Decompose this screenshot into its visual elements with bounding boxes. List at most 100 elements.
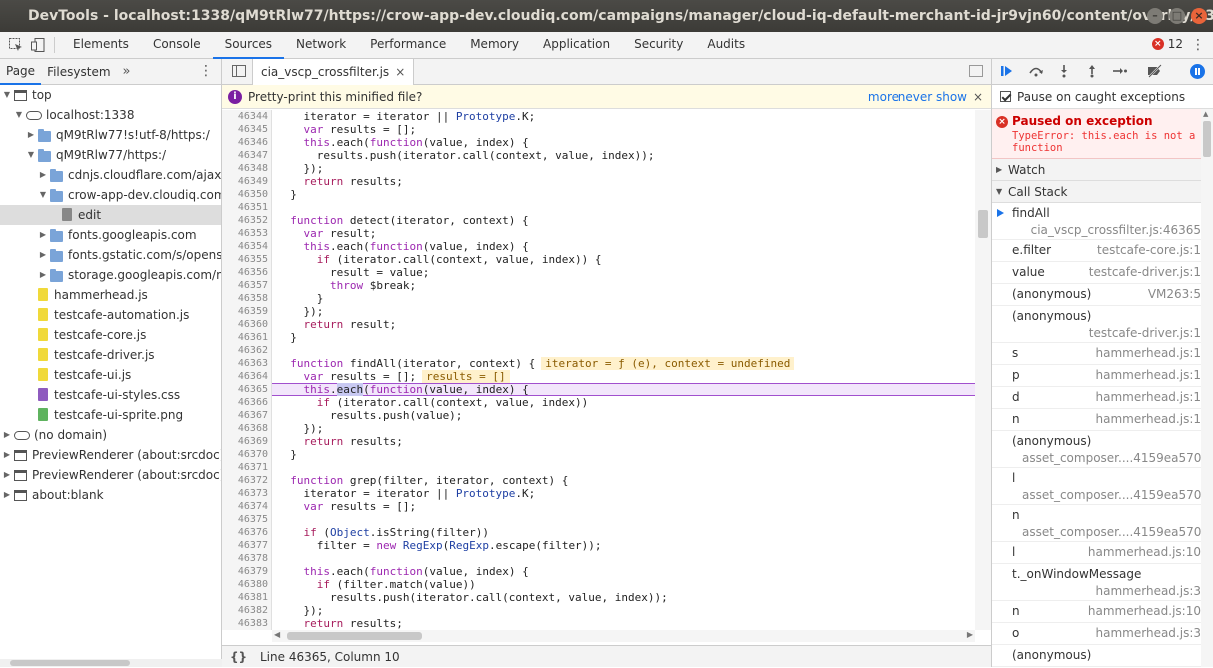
collapsed-arrow-icon[interactable]: ▶	[2, 425, 12, 445]
collapsed-arrow-icon[interactable]: ▶	[38, 245, 48, 265]
tree-item[interactable]: ▼ qM9tRlw77/https:/	[0, 145, 221, 165]
toggle-navigator-icon[interactable]	[232, 65, 246, 77]
line-number[interactable]: 46367	[222, 409, 268, 422]
line-number[interactable]: 46372	[222, 474, 268, 487]
tree-item[interactable]: ▼ crow-app-dev.cloudiq.com/campaigns	[0, 185, 221, 205]
line-number[interactable]: 46366	[222, 396, 268, 409]
never-show-link[interactable]: never show	[898, 85, 967, 109]
close-tab-icon[interactable]: ×	[395, 65, 405, 79]
call-frame[interactable]: l asset_composer....4159ea570e9c7a...	[992, 468, 1213, 505]
close-infobar-icon[interactable]: ×	[973, 85, 983, 109]
line-number[interactable]: 46380	[222, 578, 268, 591]
resume-icon[interactable]	[1000, 64, 1016, 80]
line-number[interactable]: 46383	[222, 617, 268, 630]
line-number[interactable]: 46352	[222, 214, 268, 227]
editor-horizontal-scrollbar[interactable]: ◀ ▶	[272, 630, 975, 642]
collapsed-arrow-icon[interactable]: ▶	[38, 225, 48, 245]
line-number[interactable]: 46357	[222, 279, 268, 292]
call-frame[interactable]: l hammerhead.js:10	[992, 542, 1213, 564]
collapsed-arrow-icon[interactable]: ▶	[2, 445, 12, 465]
line-number[interactable]: 46376	[222, 526, 268, 539]
expanded-arrow-icon[interactable]: ▼	[38, 185, 48, 205]
call-frame[interactable]: n hammerhead.js:1	[992, 409, 1213, 431]
line-number[interactable]: 46344	[222, 110, 268, 123]
tab-memory[interactable]: Memory	[458, 32, 531, 59]
inspect-element-icon[interactable]	[6, 35, 26, 55]
line-number[interactable]: 46375	[222, 513, 268, 526]
line-gutter[interactable]: 46344 46345 46346 46347 46348 46349 46350 46351…	[222, 110, 272, 630]
more-options-icon[interactable]: ⋮	[1191, 37, 1205, 53]
line-number[interactable]: 46346	[222, 136, 268, 149]
line-number[interactable]: 46360	[222, 318, 268, 331]
code-area[interactable]: 46344 46345 46346 46347 46348 46349 46350 46351…	[222, 110, 991, 630]
tree-item[interactable]: ▼ localhost:1338	[0, 105, 221, 125]
call-frame[interactable]: p hammerhead.js:1	[992, 365, 1213, 387]
line-number[interactable]: 46359	[222, 305, 268, 318]
call-frame[interactable]: n hammerhead.js:10	[992, 601, 1213, 623]
tree-item[interactable]: testcafe-ui-styles.css	[0, 385, 221, 405]
line-number[interactable]: 46381	[222, 591, 268, 604]
debugger-scrollbar[interactable]: ▲	[1201, 109, 1213, 667]
tree-item[interactable]: ▶ fonts.googleapis.com	[0, 225, 221, 245]
tree-item[interactable]: ▶ storage.googleapis.com/media	[0, 265, 221, 285]
line-number[interactable]: 46364	[222, 370, 268, 383]
line-number[interactable]: 46369	[222, 435, 268, 448]
line-number[interactable]: 46350	[222, 188, 268, 201]
collapsed-arrow-icon[interactable]: ▶	[38, 165, 48, 185]
tree-item[interactable]: ▶ PreviewRenderer (about:srcdoc)	[0, 465, 221, 485]
line-number[interactable]: 46365	[222, 383, 268, 396]
line-number[interactable]: 46353	[222, 227, 268, 240]
line-number[interactable]: 46362	[222, 344, 268, 357]
tree-item[interactable]: ▶ qM9tRlw77!s!utf-8/https:/	[0, 125, 221, 145]
line-number[interactable]: 46347	[222, 149, 268, 162]
maximize-window-icon[interactable]: □	[1169, 8, 1185, 24]
line-number[interactable]: 46355	[222, 253, 268, 266]
step-icon[interactable]	[1112, 64, 1128, 80]
tree-item[interactable]: testcafe-ui-sprite.png	[0, 405, 221, 425]
step-out-icon[interactable]	[1084, 64, 1100, 80]
line-number[interactable]: 46370	[222, 448, 268, 461]
line-number[interactable]: 46377	[222, 539, 268, 552]
collapsed-arrow-icon[interactable]: ▶	[26, 125, 36, 145]
tree-item[interactable]: edit	[0, 205, 221, 225]
tree-item[interactable]: testcafe-driver.js	[0, 345, 221, 365]
call-frame[interactable]: value testcafe-driver.js:1	[992, 262, 1213, 284]
call-frame[interactable]: (anonymous)	[992, 645, 1213, 667]
pause-on-exceptions-icon[interactable]	[1190, 64, 1205, 79]
file-tab[interactable]: cia_vscp_crossfilter.js ×	[252, 59, 415, 85]
expanded-arrow-icon[interactable]: ▼	[2, 85, 12, 105]
tree-item[interactable]: testcafe-ui.js	[0, 365, 221, 385]
pretty-print-button[interactable]: {}	[230, 646, 247, 668]
line-number[interactable]: 46356	[222, 266, 268, 279]
tab-security[interactable]: Security	[622, 32, 695, 59]
tree-item[interactable]: testcafe-automation.js	[0, 305, 221, 325]
tree-item[interactable]: ▶ fonts.gstatic.com/s/opensans	[0, 245, 221, 265]
line-number[interactable]: 46349	[222, 175, 268, 188]
editor-vertical-scrollbar[interactable]	[975, 110, 991, 630]
call-frame[interactable]: (anonymous) VM263:5	[992, 284, 1213, 306]
error-count-badge[interactable]: × 12	[1151, 37, 1183, 51]
more-link[interactable]: more	[868, 85, 899, 109]
collapsed-arrow-icon[interactable]: ▶	[2, 465, 12, 485]
line-number[interactable]: 46379	[222, 565, 268, 578]
minimize-window-icon[interactable]: –	[1147, 8, 1163, 24]
tab-audits[interactable]: Audits	[695, 32, 757, 59]
line-number[interactable]: 46378	[222, 552, 268, 565]
line-number[interactable]: 46373	[222, 487, 268, 500]
line-number[interactable]: 46361	[222, 331, 268, 344]
call-frame[interactable]: s hammerhead.js:1	[992, 343, 1213, 365]
tree-item[interactable]: ▶ about:blank	[0, 485, 221, 505]
close-window-icon[interactable]: ×	[1191, 8, 1207, 24]
tab-sources[interactable]: Sources	[212, 31, 285, 59]
more-tabs-icon[interactable]: »	[117, 64, 137, 79]
tab-filesystem[interactable]: Filesystem	[41, 60, 116, 84]
call-frame[interactable]: findAll cia_vscp_crossfilter.js:46365	[992, 203, 1213, 240]
navigator-horizontal-scrollbar[interactable]	[0, 659, 222, 667]
call-frame[interactable]: (anonymous) asset_composer....4159ea570e9…	[992, 431, 1213, 468]
line-number[interactable]: 46351	[222, 201, 268, 214]
line-number[interactable]: 46374	[222, 500, 268, 513]
toggle-debugger-icon[interactable]	[969, 65, 983, 77]
line-number[interactable]: 46363	[222, 357, 268, 370]
tree-item[interactable]: hammerhead.js	[0, 285, 221, 305]
call-frame[interactable]: (anonymous) testcafe-driver.js:1	[992, 306, 1213, 343]
